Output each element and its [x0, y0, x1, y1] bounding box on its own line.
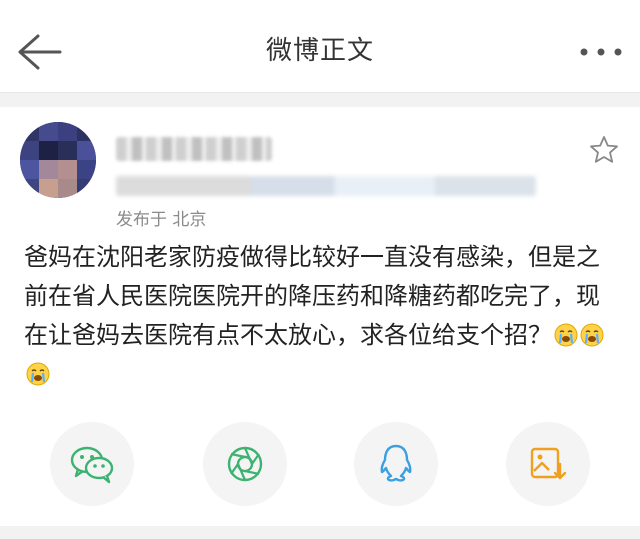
- save-image-icon: [530, 447, 567, 480]
- username-blurred[interactable]: [116, 137, 272, 161]
- page-title: 微博正文: [265, 36, 374, 66]
- post-location: 发布于 北京: [116, 210, 207, 230]
- crying-emoji-icon: [554, 320, 578, 347]
- top-bar: 微博正文: [0, 0, 640, 92]
- save-image-button[interactable]: [506, 422, 590, 506]
- post-text: 爸妈在沈阳老家防疫做得比较好一直没有感染，但是之前在省人民医院医院开的降压药和降…: [24, 243, 600, 349]
- bottom-separator: [0, 526, 640, 539]
- share-wechat-button[interactable]: [50, 422, 134, 506]
- share-qq-button[interactable]: [354, 422, 438, 506]
- crying-emoji-icon: [26, 359, 50, 386]
- qq-icon: [380, 444, 412, 482]
- wechat-icon: [70, 446, 114, 484]
- moments-icon: [227, 446, 263, 482]
- post-meta-blurred: [116, 176, 536, 196]
- share-moments-button[interactable]: [203, 422, 287, 506]
- header-separator: [0, 92, 640, 107]
- share-bar: [0, 422, 640, 508]
- more-options-icon[interactable]: [578, 46, 624, 58]
- crying-emoji-icon: [580, 320, 604, 347]
- avatar[interactable]: [20, 122, 96, 198]
- favorite-star-icon[interactable]: [588, 134, 620, 166]
- post-body: 爸妈在沈阳老家防疫做得比较好一直没有感染，但是之前在省人民医院医院开的降压药和降…: [24, 238, 620, 394]
